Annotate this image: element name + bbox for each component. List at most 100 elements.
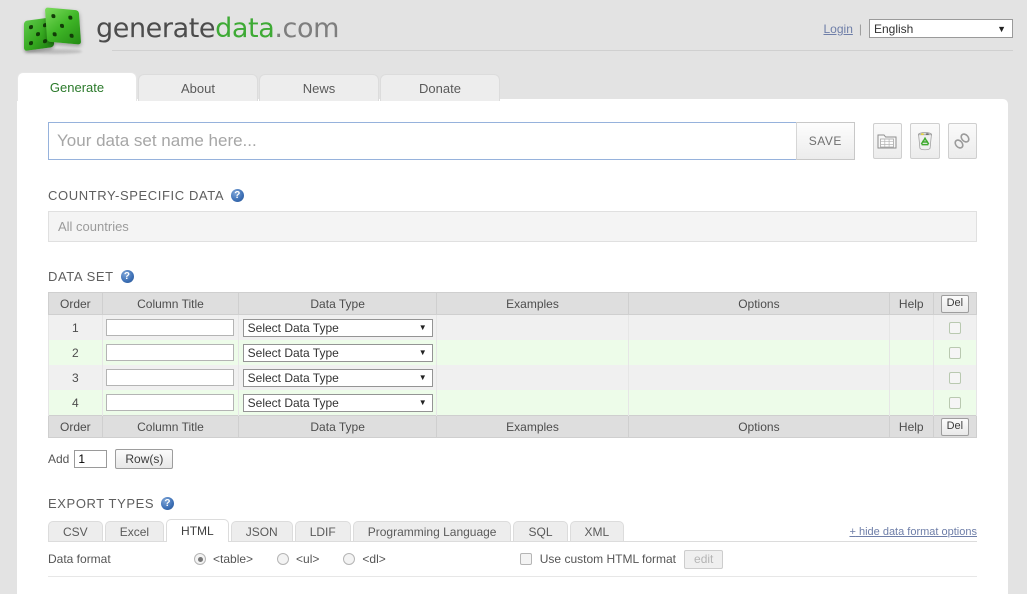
export-tab-csv[interactable]: CSV [48, 521, 103, 541]
row-examples-cell [435, 390, 630, 416]
column-title-input[interactable] [106, 394, 235, 411]
radio-ul[interactable] [277, 553, 290, 565]
main-tab-bar: Generate About News Donate [17, 72, 501, 101]
data-format-row: Data format <table> <ul> <dl> Use custom… [48, 542, 977, 577]
data-type-select[interactable]: Select Data Type ▼ [242, 318, 433, 337]
row-order: 1 [48, 314, 103, 340]
row-examples-cell [435, 314, 630, 340]
column-footer-data-type: Data Type [238, 415, 437, 438]
radio-dl[interactable] [343, 553, 356, 565]
row-title-cell [101, 340, 240, 365]
chevron-down-icon: ▼ [418, 348, 427, 357]
row-examples-cell [435, 365, 630, 390]
row-order: 3 [48, 365, 103, 390]
link-chain-icon [954, 133, 970, 149]
export-tab-json[interactable]: JSON [230, 521, 293, 541]
dataset-section-title: DATA SET ? [48, 269, 977, 284]
table-row: 2 Select Data Type ▼ [48, 340, 978, 365]
data-type-value: Select Data Type [247, 320, 339, 335]
logo-text-generate: generate [96, 12, 216, 44]
row-datatype-cell: Select Data Type ▼ [238, 340, 437, 365]
dataset-table-body: 1 Select Data Type ▼ 2 Select Data Type … [48, 314, 978, 416]
content-panel: SAVE [17, 99, 1008, 594]
data-type-select[interactable]: Select Data Type ▼ [242, 368, 433, 387]
radio-table[interactable] [194, 553, 206, 565]
country-section-title: COUNTRY-SPECIFIC DATA ? [48, 188, 977, 203]
delete-rows-button[interactable]: Del [940, 294, 970, 313]
format-option-table[interactable]: <table> [187, 552, 253, 566]
format-option-ul-label: <ul> [296, 552, 320, 566]
column-footer-column-title: Column Title [101, 415, 240, 438]
column-footer-order: Order [48, 415, 103, 438]
export-tab-html[interactable]: HTML [166, 519, 229, 542]
plus-icon: + [849, 526, 856, 538]
column-header-del: Del [932, 292, 978, 315]
login-link[interactable]: Login [824, 22, 853, 36]
column-title-input[interactable] [106, 369, 235, 386]
grid-folder-icon-button[interactable] [872, 123, 903, 159]
column-header-order: Order [48, 292, 103, 315]
row-help-cell [888, 365, 934, 390]
row-del-cell [932, 390, 978, 416]
export-tab-programming-language[interactable]: Programming Language [352, 521, 512, 541]
logo-wordmark: generatedata.com [96, 13, 339, 44]
chevron-down-icon: ▼ [418, 323, 427, 332]
language-select[interactable]: English ▼ [869, 19, 1013, 38]
hide-data-format-options-link[interactable]: + hide data format options [849, 526, 977, 538]
data-type-select[interactable]: Select Data Type ▼ [242, 393, 433, 412]
edit-custom-format-button[interactable]: edit [684, 549, 724, 569]
row-delete-checkbox[interactable] [948, 322, 961, 335]
table-row: 3 Select Data Type ▼ [48, 365, 978, 390]
format-option-ul[interactable]: <ul> [270, 552, 319, 566]
link-chain-icon-button[interactable] [947, 123, 977, 159]
export-tab-xml[interactable]: XML [569, 521, 625, 541]
format-option-dl-label: <dl> [362, 552, 386, 566]
grid-folder-icon [877, 134, 897, 149]
data-type-select[interactable]: Select Data Type ▼ [242, 343, 433, 362]
format-option-dl[interactable]: <dl> [336, 552, 386, 566]
recycle-bin-icon-button[interactable] [910, 123, 940, 159]
tab-about[interactable]: About [138, 74, 258, 101]
row-help-cell [888, 314, 934, 340]
row-datatype-cell: Select Data Type ▼ [238, 390, 437, 416]
format-option-table-label: <table> [213, 552, 254, 566]
row-help-cell [888, 340, 934, 365]
row-options-cell [628, 390, 890, 416]
add-rows-count-input[interactable] [74, 450, 108, 468]
column-title-input[interactable] [106, 319, 235, 336]
column-footer-help: Help [888, 415, 934, 438]
column-header-options: Options [628, 292, 890, 315]
row-title-cell [101, 390, 240, 416]
custom-html-format-checkbox[interactable] [519, 553, 532, 565]
tab-news[interactable]: News [259, 74, 379, 101]
chevron-down-icon: ▼ [418, 398, 427, 407]
tab-generate[interactable]: Generate [17, 72, 137, 101]
row-delete-checkbox[interactable] [948, 397, 961, 410]
export-tab-sql[interactable]: SQL [513, 521, 568, 541]
export-tab-excel[interactable]: Excel [104, 521, 165, 541]
help-icon[interactable]: ? [231, 189, 245, 202]
row-title-cell [101, 314, 240, 340]
add-rows-button[interactable]: Row(s) [115, 449, 174, 469]
row-del-cell [932, 314, 978, 340]
header-utility-bar: Login | English ▼ [824, 19, 1013, 38]
row-delete-checkbox[interactable] [948, 347, 961, 360]
data-type-value: Select Data Type [247, 345, 339, 360]
help-icon[interactable]: ? [120, 270, 134, 283]
logo-text-data: data [215, 12, 275, 44]
custom-html-format-label: Use custom HTML format [539, 552, 677, 566]
column-header-column-title: Column Title [101, 292, 240, 315]
export-tab-ldif[interactable]: LDIF [294, 521, 351, 541]
save-button[interactable]: SAVE [796, 122, 855, 160]
dataset-name-input[interactable] [48, 122, 796, 160]
header-separator: | [858, 21, 862, 36]
delete-rows-button-footer[interactable]: Del [940, 417, 970, 436]
column-title-input[interactable] [106, 344, 235, 361]
country-select[interactable]: All countries [48, 211, 977, 242]
site-logo[interactable]: generatedata.com [24, 2, 339, 54]
tab-donate[interactable]: Donate [380, 74, 500, 101]
table-row: 1 Select Data Type ▼ [48, 314, 978, 340]
row-delete-checkbox[interactable] [948, 372, 961, 385]
help-icon[interactable]: ? [161, 497, 175, 510]
table-row: 4 Select Data Type ▼ [48, 390, 978, 416]
